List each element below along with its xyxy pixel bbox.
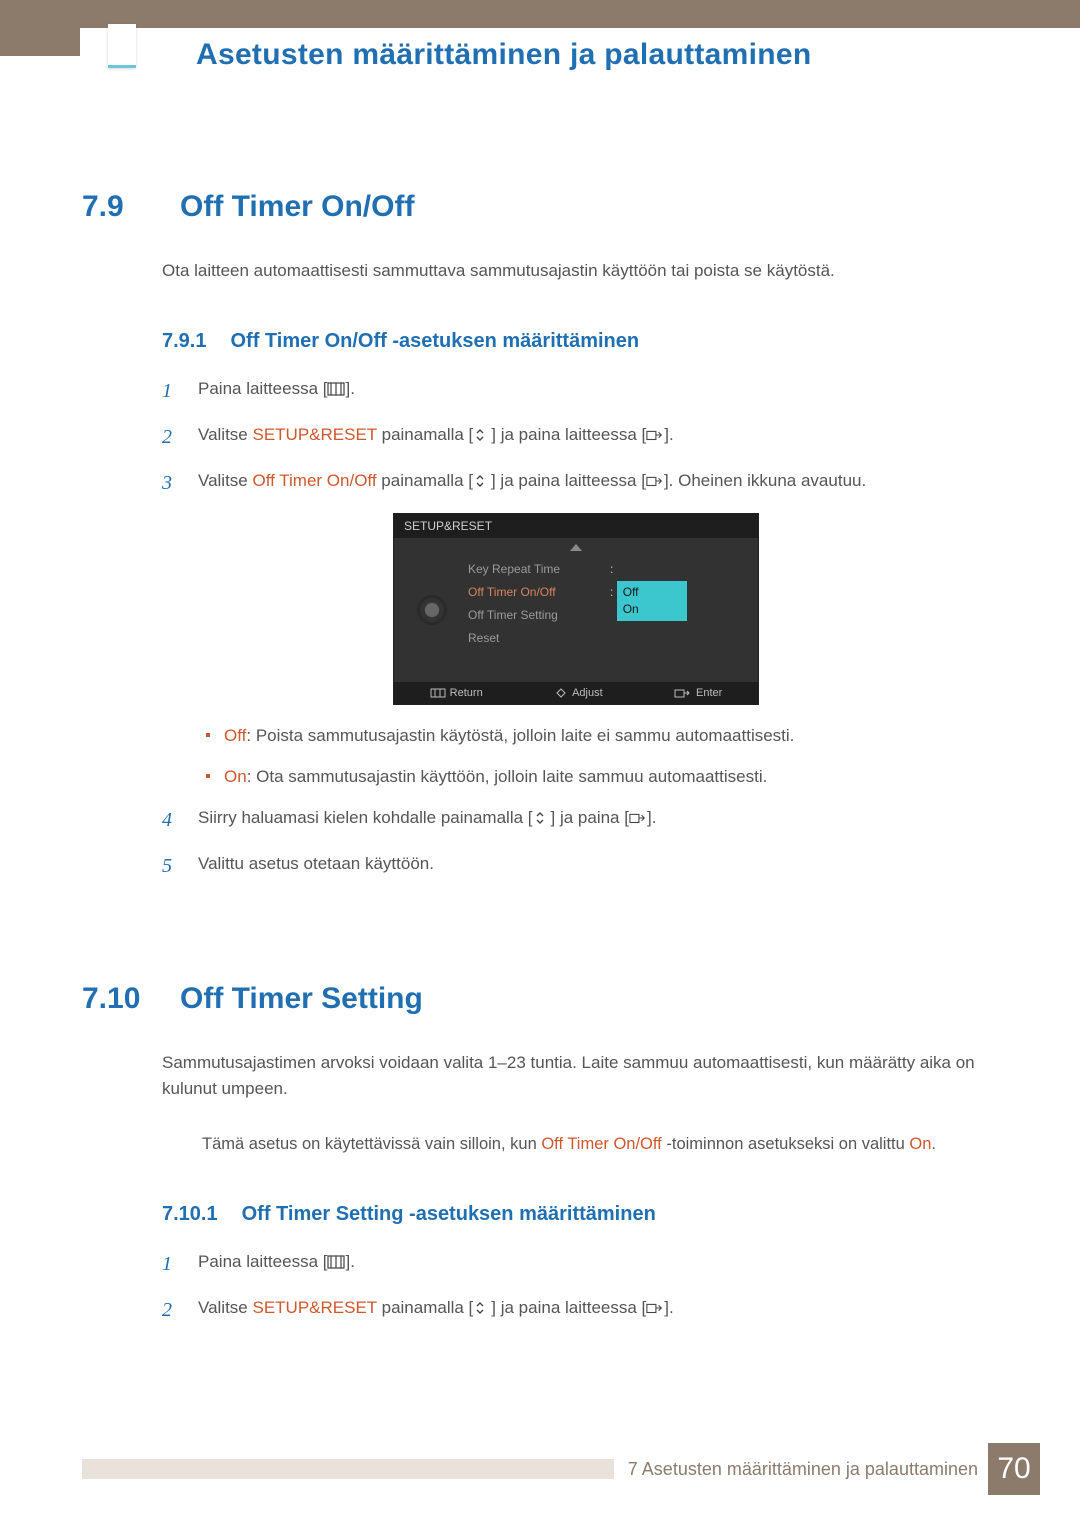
menu-name: SETUP&RESET [253, 1298, 377, 1317]
option-desc: : Poista sammutusajastin käytöstä, jollo… [246, 726, 794, 745]
step-number: 3 [162, 467, 178, 499]
subsection-number: 7.10.1 [162, 1203, 218, 1226]
section-title: Off Timer Setting [180, 982, 423, 1016]
step-number: 1 [162, 375, 178, 407]
osd-up-arrow-icon [570, 544, 582, 551]
step-text: ]. [664, 1298, 673, 1317]
osd-title: SETUP&RESET [394, 514, 758, 538]
step-4: 4 Siirry haluamasi kielen kohdalle paina… [162, 804, 990, 836]
up-down-icon [473, 1301, 491, 1315]
steps-7-9-1: 1 Paina laitteessa []. 2 Valitse SETUP&R… [162, 375, 990, 499]
section-7-9-intro: Ota laitteen automaattisesti sammuttava … [162, 258, 990, 284]
menu-icon [327, 382, 345, 396]
subsection-7-10-1-heading: 7.10.1 Off Timer Setting -asetuksen määr… [162, 1203, 990, 1226]
footer-bar [82, 1459, 614, 1479]
osd-item: Reset [468, 627, 596, 650]
step-text: ] ja paina laitteessa [ [491, 1298, 646, 1317]
step-text: ]. [664, 425, 673, 444]
step-text: Valitse [198, 425, 253, 444]
section-number: 7.9 [82, 190, 150, 224]
note-emph: Off Timer On/Off [541, 1135, 661, 1153]
header-tab-accent [108, 24, 136, 68]
footer-chapter-label: 7 Asetusten määrittäminen ja palauttamin… [628, 1459, 978, 1480]
section-7-9-heading: 7.9 Off Timer On/Off [82, 190, 990, 224]
page-number: 70 [988, 1443, 1040, 1495]
step-text: Valitse [198, 471, 253, 490]
osd-item: Key Repeat Time [468, 558, 596, 581]
step-number: 2 [162, 421, 178, 453]
osd-value-colon: : [610, 558, 687, 581]
osd-footer: Return Adjust Enter [394, 682, 758, 704]
option-bullets: Off: Poista sammutusajastin käytöstä, jo… [202, 723, 990, 790]
step-text: ] ja paina laitteessa [ [491, 425, 646, 444]
osd-return: Return [430, 687, 483, 699]
step-3: 3 Valitse Off Timer On/Off painamalla []… [162, 467, 990, 499]
menu-name: Off Timer On/Off [253, 471, 377, 490]
header-bar [80, 0, 1080, 28]
chapter-title: Asetusten määrittäminen ja palauttaminen [196, 38, 812, 72]
subsection-title: Off Timer Setting -asetuksen määrittämin… [242, 1203, 656, 1226]
step-number: 5 [162, 850, 178, 882]
osd-enter: Enter [674, 687, 722, 699]
step-2: 2 Valitse SETUP&RESET painamalla [ ] ja p… [162, 421, 990, 453]
step-number: 1 [162, 1248, 178, 1280]
page-content: 7.9 Off Timer On/Off Ota laitteen automa… [82, 190, 990, 1340]
up-down-icon [473, 428, 491, 442]
option-label: On [224, 767, 247, 786]
osd-screenshot: SETUP&RESET Key Repeat Time Off Timer On… [393, 513, 759, 705]
header-corner [0, 0, 80, 56]
step-text: painamalla [ [377, 471, 473, 490]
steps-7-10-1: 1 Paina laitteessa []. 2 Valitse SETUP&R… [162, 1248, 990, 1326]
step-text: Paina laitteessa [ [198, 379, 327, 398]
section-title: Off Timer On/Off [180, 190, 414, 224]
enter-icon [646, 474, 664, 488]
step-text: painamalla [ [377, 1298, 473, 1317]
subsection-title: Off Timer On/Off -asetuksen määrittämine… [230, 330, 639, 353]
osd-values: : : Off : On [610, 558, 687, 678]
osd-item-active: Off Timer On/Off [468, 581, 596, 604]
section-7-10-heading: 7.10 Off Timer Setting [82, 982, 990, 1016]
step-text: ]. [345, 379, 354, 398]
osd-menu-list: Key Repeat Time Off Timer On/Off Off Tim… [468, 558, 596, 678]
step-text: ]. Oheinen ikkuna avautuu. [664, 471, 866, 490]
step-5: 5 Valittu asetus otetaan käyttöön. [162, 850, 990, 882]
section-number: 7.10 [82, 982, 150, 1016]
note-emph: On [909, 1135, 931, 1153]
step-text: ]. [345, 1252, 354, 1271]
enter-icon [646, 1301, 664, 1315]
up-down-icon [473, 474, 491, 488]
step-text: Valitse [198, 1298, 253, 1317]
section-7-10-intro: Sammutusajastimen arvoksi voidaan valita… [162, 1050, 990, 1103]
option-label: Off [224, 726, 246, 745]
steps-7-9-1-cont: 4 Siirry haluamasi kielen kohdalle paina… [162, 804, 990, 882]
section-7-10-note: Tämä asetus on käytettävissä vain silloi… [202, 1131, 990, 1157]
gear-icon [420, 598, 444, 622]
bullet-on: On: Ota sammutusajastin käyttöön, jolloi… [202, 764, 990, 790]
enter-icon [646, 428, 664, 442]
step-text: ] ja paina laitteessa [ [491, 471, 646, 490]
osd-value-on: On [617, 598, 687, 621]
bullet-off: Off: Poista sammutusajastin käytöstä, jo… [202, 723, 990, 749]
up-down-icon [533, 811, 551, 825]
step-2: 2 Valitse SETUP&RESET painamalla [ ] ja p… [162, 1294, 990, 1326]
osd-item: Off Timer Setting [468, 604, 596, 627]
step-number: 2 [162, 1294, 178, 1326]
osd-adjust: Adjust [554, 687, 603, 699]
step-text: Siirry haluamasi kielen kohdalle painama… [198, 808, 533, 827]
enter-icon [629, 811, 647, 825]
step-text: Valittu asetus otetaan käyttöön. [198, 850, 434, 877]
step-1: 1 Paina laitteessa []. [162, 375, 990, 407]
step-text: painamalla [ [377, 425, 473, 444]
page-footer: 7 Asetusten määrittäminen ja palauttamin… [82, 1447, 1040, 1491]
menu-name: SETUP&RESET [253, 425, 377, 444]
subsection-number: 7.9.1 [162, 330, 206, 353]
step-1: 1 Paina laitteessa []. [162, 1248, 990, 1280]
menu-icon [327, 1255, 345, 1269]
step-number: 4 [162, 804, 178, 836]
step-text: ]. [647, 808, 656, 827]
option-desc: : Ota sammutusajastin käyttöön, jolloin … [247, 767, 768, 786]
step-text: ] ja paina [ [551, 808, 629, 827]
subsection-7-9-1-heading: 7.9.1 Off Timer On/Off -asetuksen määrit… [162, 330, 990, 353]
step-text: Paina laitteessa [ [198, 1252, 327, 1271]
